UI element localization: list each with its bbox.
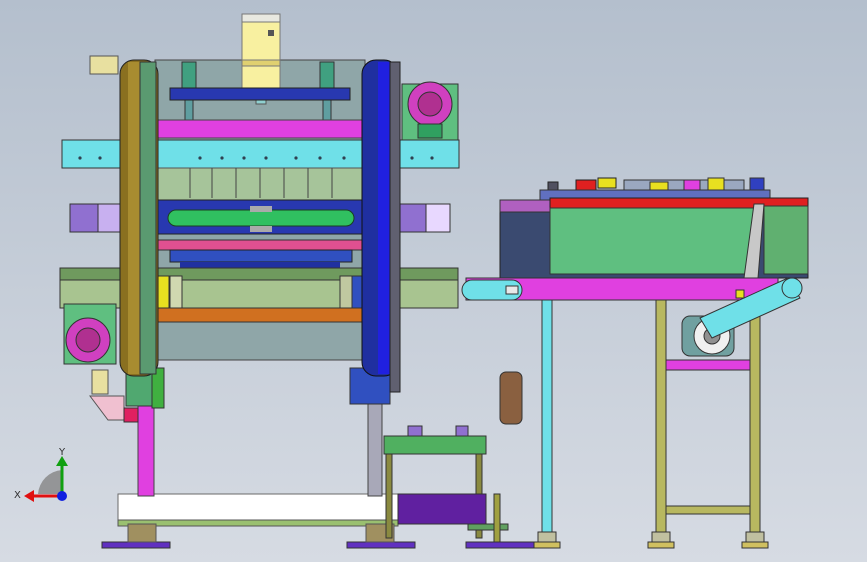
purple-box [397,493,487,525]
z-axis-dot [57,491,67,501]
x-axis-label: X [14,490,21,501]
y-axis-label: Y [58,447,66,458]
cad-viewport[interactable]: Y X [0,0,867,562]
top-plate [169,87,351,101]
left-chute [89,395,125,421]
leg-1 [541,299,553,533]
orange-bar [154,307,366,323]
cylinder [241,13,281,89]
motor-left-bottom [63,303,117,365]
base-foot-left [101,541,171,549]
leg-3 [749,299,761,533]
cad-drawing: Y X [14,13,809,549]
right-machine [461,177,809,549]
leg-2 [655,299,667,533]
base-foot-right [346,541,416,549]
x-axis-arrow [24,490,34,502]
coordinate-triad: Y X [14,447,68,502]
small-table [383,425,535,549]
brown-drum [499,371,523,425]
magenta-crossbar [154,119,364,139]
motor-right-top [401,81,459,141]
left-machine [59,13,460,549]
inner-belt [167,209,355,227]
